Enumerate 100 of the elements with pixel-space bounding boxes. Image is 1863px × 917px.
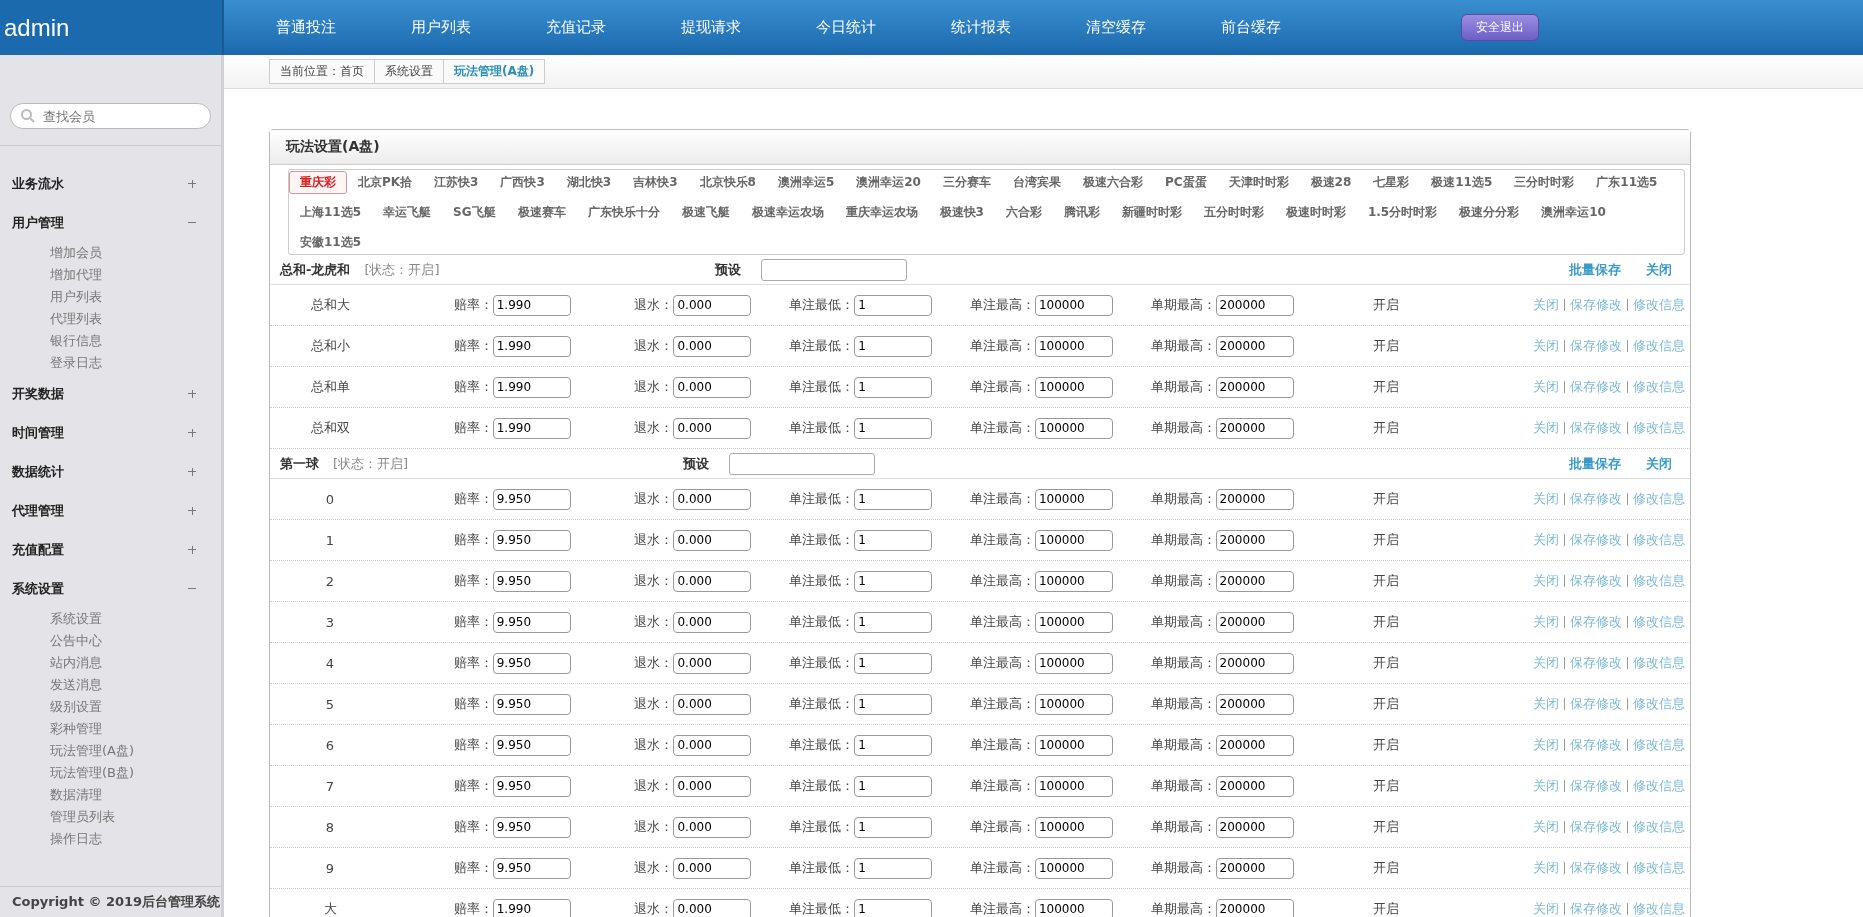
lottery-tab[interactable]: 极速六合彩	[1071, 171, 1154, 194]
lottery-tab[interactable]: 江苏快3	[423, 171, 490, 194]
menu-section[interactable]: 开奖数据	[0, 374, 221, 413]
lottery-tab[interactable]: SG飞艇	[442, 201, 507, 224]
menu-section[interactable]: 系统设置	[0, 569, 221, 608]
menu-section[interactable]: 代理管理	[0, 491, 221, 530]
menu-item[interactable]: 管理员列表	[0, 806, 221, 828]
breadcrumb-link[interactable]: 当前位置：首页	[269, 59, 375, 84]
input-field[interactable]: 200000	[1215, 335, 1294, 357]
input-field[interactable]: 0.000	[673, 816, 752, 838]
menu-section[interactable]: 时间管理	[0, 413, 221, 452]
input-field[interactable]: 1	[854, 857, 933, 879]
input-field[interactable]: 1.990	[492, 417, 571, 439]
input-field[interactable]: 200000	[1215, 376, 1294, 398]
input-field[interactable]: 1	[854, 611, 933, 633]
lottery-tab[interactable]: 腾讯彩	[1052, 201, 1111, 224]
input-field[interactable]: 0.000	[673, 775, 752, 797]
lottery-tab[interactable]: 极速快3	[928, 201, 995, 224]
input-field[interactable]: 0.000	[673, 857, 752, 879]
lottery-tab[interactable]: 极速幸运农场	[740, 201, 835, 224]
menu-item[interactable]: 玩法管理(B盘)	[0, 762, 221, 784]
menu-item[interactable]: 级别设置	[0, 696, 221, 718]
lottery-tab[interactable]: 上海11选5	[289, 201, 373, 224]
lottery-tab[interactable]: 六合彩	[994, 201, 1053, 224]
input-field[interactable]: 100000	[1034, 693, 1113, 715]
input-field[interactable]: 0.000	[673, 611, 752, 633]
menu-item[interactable]: 代理列表	[0, 308, 221, 330]
input-field[interactable]: 200000	[1215, 417, 1294, 439]
menu-section[interactable]: 数据统计	[0, 452, 221, 491]
input-field[interactable]: 1	[854, 488, 933, 510]
input-field[interactable]: 100000	[1034, 294, 1113, 316]
lottery-tab[interactable]: 安徽11选5	[289, 231, 373, 254]
lottery-tab[interactable]: 台湾宾果	[1001, 171, 1072, 194]
nav-link[interactable]: 提现请求	[681, 18, 816, 37]
lottery-tab[interactable]: 极速28	[1299, 171, 1363, 194]
lottery-tab[interactable]: 广西快3	[489, 171, 556, 194]
input-field[interactable]: 200000	[1215, 816, 1294, 838]
breadcrumb-link[interactable]: 系统设置	[374, 59, 444, 84]
menu-item[interactable]: 增加会员	[0, 242, 221, 264]
lottery-tab[interactable]: 北京快乐8	[688, 171, 767, 194]
input-field[interactable]: 200000	[1215, 775, 1294, 797]
nav-link[interactable]: 统计报表	[951, 18, 1086, 37]
input-field[interactable]: 1	[854, 570, 933, 592]
input-field[interactable]: 200000	[1215, 693, 1294, 715]
lottery-tab[interactable]: 三分时时彩	[1503, 171, 1586, 194]
input-field[interactable]: 1	[854, 529, 933, 551]
input-field[interactable]: 200000	[1215, 570, 1294, 592]
lottery-tab[interactable]: 北京PK拾	[347, 171, 424, 194]
input-field[interactable]: 0.000	[673, 294, 752, 316]
input-field[interactable]: 200000	[1215, 857, 1294, 879]
input-field[interactable]: 0.000	[673, 898, 752, 917]
input-field[interactable]: 200000	[1215, 898, 1294, 917]
lottery-tab[interactable]: 天津时时彩	[1217, 171, 1300, 194]
input-field[interactable]: 1.990	[492, 294, 571, 316]
preset-field[interactable]	[760, 258, 907, 281]
input-field[interactable]: 9.950	[492, 816, 571, 838]
lottery-tab[interactable]: 幸运飞艇	[372, 201, 443, 224]
batch-save-link[interactable]: 批量保存	[1569, 454, 1621, 473]
input-field[interactable]: 9.950	[492, 652, 571, 674]
input-field[interactable]: 9.950	[492, 857, 571, 879]
nav-link[interactable]: 充值记录	[546, 18, 681, 37]
input-field[interactable]: 9.950	[492, 693, 571, 715]
input-field[interactable]: 200000	[1215, 611, 1294, 633]
input-field[interactable]: 100000	[1034, 857, 1113, 879]
input-field[interactable]: 1	[854, 376, 933, 398]
input-field[interactable]: 100000	[1034, 816, 1113, 838]
lottery-tab[interactable]: 极速分分彩	[1448, 201, 1531, 224]
menu-item[interactable]: 银行信息	[0, 330, 221, 352]
input-field[interactable]: 100000	[1034, 734, 1113, 756]
input-field[interactable]: 100000	[1034, 652, 1113, 674]
menu-item[interactable]: 用户列表	[0, 286, 221, 308]
input-field[interactable]: 200000	[1215, 294, 1294, 316]
nav-link[interactable]: 普通投注	[276, 18, 411, 37]
menu-item[interactable]: 公告中心	[0, 630, 221, 652]
lottery-tab[interactable]: 新疆时时彩	[1110, 201, 1193, 224]
lottery-tab[interactable]: 1.5分时时彩	[1356, 201, 1449, 224]
lottery-tab[interactable]: 五分时时彩	[1192, 201, 1275, 224]
menu-item[interactable]: 数据清理	[0, 784, 221, 806]
close-link[interactable]: 关闭	[1646, 454, 1672, 473]
input-field[interactable]: 100000	[1034, 417, 1113, 439]
nav-link[interactable]: 今日统计	[816, 18, 951, 37]
lottery-tab[interactable]: 澳洲幸运20	[845, 171, 932, 194]
search-field[interactable]: 查找会员	[10, 103, 211, 129]
input-field[interactable]: 9.950	[492, 611, 571, 633]
menu-item[interactable]: 登录日志	[0, 352, 221, 374]
lottery-tab[interactable]: 七星彩	[1362, 171, 1421, 194]
input-field[interactable]: 200000	[1215, 652, 1294, 674]
batch-save-link[interactable]: 批量保存	[1569, 260, 1621, 279]
logout-button[interactable]: 安全退出	[1461, 14, 1539, 41]
input-field[interactable]: 100000	[1034, 376, 1113, 398]
input-field[interactable]: 1	[854, 693, 933, 715]
input-field[interactable]: 0.000	[673, 652, 752, 674]
input-field[interactable]: 0.000	[673, 376, 752, 398]
input-field[interactable]: 9.950	[492, 734, 571, 756]
input-field[interactable]: 100000	[1034, 611, 1113, 633]
breadcrumb-link[interactable]: 玩法管理(A盘)	[443, 59, 546, 84]
input-field[interactable]: 0.000	[673, 693, 752, 715]
input-field[interactable]: 0.000	[673, 734, 752, 756]
input-field[interactable]: 100000	[1034, 488, 1113, 510]
lottery-tab[interactable]: 澳洲幸运5	[766, 171, 846, 194]
